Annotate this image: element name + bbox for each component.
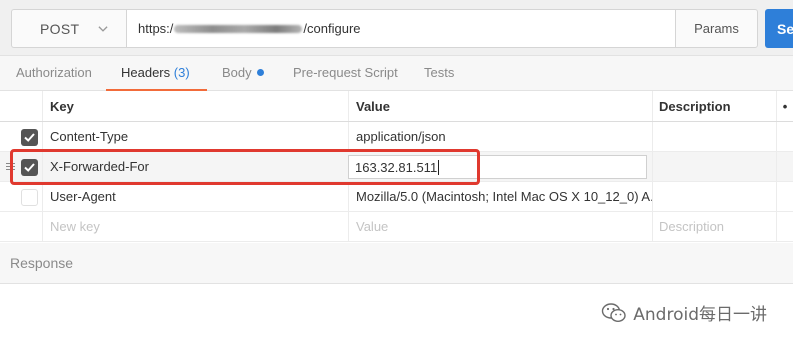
header-key-cell[interactable]: X-Forwarded-For — [42, 152, 348, 181]
tab-body[interactable]: Body — [222, 56, 264, 91]
tab-label: Headers — [121, 65, 171, 80]
headers-table: Key Value Description • Content-Type app… — [0, 91, 793, 243]
checkmark-icon — [24, 163, 35, 172]
header-value-text: 163.32.81.511 — [355, 159, 438, 175]
method-label: POST — [40, 20, 80, 37]
tab-authorization[interactable]: Authorization — [16, 56, 92, 91]
header-value-input[interactable]: 163.32.81.511 — [348, 155, 647, 179]
header-key-cell[interactable]: Content-Type — [42, 122, 348, 151]
new-value-input[interactable]: Value — [348, 212, 652, 241]
table-row: Content-Type application/json — [0, 122, 793, 152]
table-row-new: New key Value Description — [0, 212, 793, 242]
headers-count-badge: (3) — [173, 65, 190, 80]
column-options-icon[interactable]: • — [776, 91, 793, 121]
row-checkbox[interactable] — [21, 189, 38, 206]
header-key-cell[interactable]: User-Agent — [42, 182, 348, 211]
table-row: User-Agent Mozilla/5.0 (Macintosh; Intel… — [0, 182, 793, 212]
new-key-input[interactable]: New key — [42, 212, 348, 241]
url-input[interactable]: https:/ /configure — [126, 9, 676, 48]
send-button[interactable]: Se — [765, 9, 793, 48]
drag-handle-icon[interactable] — [6, 163, 15, 172]
column-header-description: Description — [652, 91, 776, 121]
response-label: Response — [10, 255, 74, 271]
tab-label: Pre-request Script — [293, 65, 398, 80]
wechat-watermark: Android每日一讲 — [601, 300, 767, 325]
wechat-logo-icon — [602, 302, 626, 322]
table-header-row: Key Value Description • — [0, 91, 793, 122]
header-description-cell[interactable] — [652, 152, 776, 181]
column-header-value: Value — [348, 91, 652, 121]
header-description-cell[interactable] — [652, 122, 776, 151]
tab-pre-request-script[interactable]: Pre-request Script — [293, 56, 398, 91]
url-suffix: /configure — [303, 21, 361, 36]
tab-label: Tests — [424, 65, 455, 80]
url-prefix: https:/ — [138, 21, 174, 36]
header-value-cell[interactable]: Mozilla/5.0 (Macintosh; Intel Mac OS X 1… — [348, 182, 652, 211]
request-bar: POST https:/ /configure Params Se — [0, 0, 793, 56]
new-description-input[interactable]: Description — [652, 212, 776, 241]
body-indicator-dot — [256, 69, 264, 76]
row-spacer — [776, 122, 793, 151]
method-select[interactable]: POST — [11, 9, 126, 48]
row-checkbox[interactable] — [21, 159, 38, 176]
table-row: X-Forwarded-For 163.32.81.511 — [0, 152, 793, 182]
tab-label: Authorization — [16, 65, 92, 80]
row-spacer — [776, 152, 793, 181]
column-header-key: Key — [42, 91, 348, 121]
redacted-url-segment — [174, 24, 303, 33]
request-tabs: Authorization Headers (3) Body Pre-reque… — [0, 56, 793, 91]
row-checkbox[interactable] — [21, 129, 38, 146]
chevron-down-icon — [98, 26, 108, 32]
tab-headers[interactable]: Headers (3) — [106, 56, 207, 91]
text-cursor — [438, 159, 440, 175]
params-button[interactable]: Params — [675, 9, 758, 48]
header-description-cell[interactable] — [652, 182, 776, 211]
row-spacer — [776, 182, 793, 211]
tab-label: Body — [222, 65, 252, 80]
checkmark-icon — [24, 133, 35, 142]
tab-tests[interactable]: Tests — [424, 56, 454, 91]
row-spacer — [776, 212, 793, 241]
header-value-cell[interactable]: application/json — [348, 122, 652, 151]
watermark-text: Android每日一讲 — [633, 305, 767, 325]
response-section-header[interactable]: Response — [0, 243, 793, 284]
